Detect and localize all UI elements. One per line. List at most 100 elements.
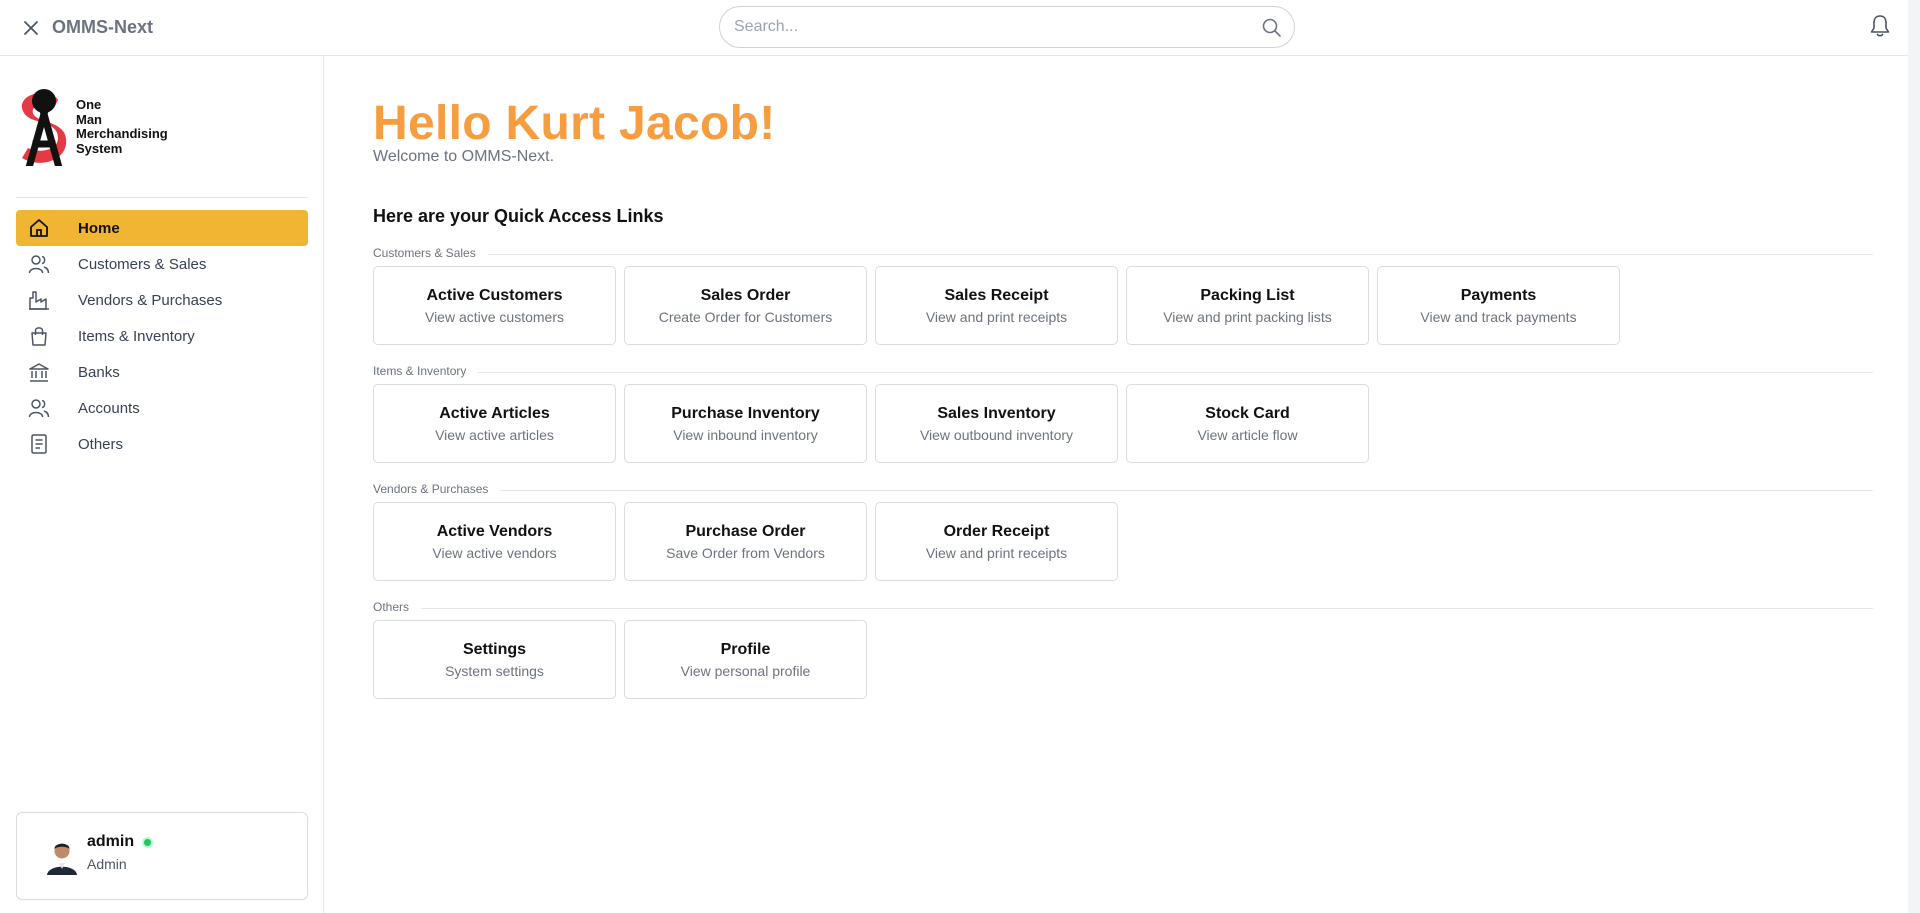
card-title: Purchase Inventory	[671, 405, 820, 422]
section-vendors-purchases: Vendors & Purchases Active Vendors View …	[373, 482, 1873, 581]
card-active-vendors[interactable]: Active Vendors View active vendors	[373, 502, 616, 581]
card-title: Profile	[720, 641, 771, 658]
card-title: Sales Receipt	[944, 287, 1049, 304]
sidebar-item-label: Banks	[78, 364, 120, 381]
user-role: Admin	[87, 856, 127, 872]
card-profile[interactable]: Profile View personal profile	[624, 620, 867, 699]
card-description: View inbound inventory	[673, 427, 818, 443]
sidebar-item-label: Items & Inventory	[78, 328, 195, 345]
logo-line: System	[76, 140, 123, 156]
card-description: View personal profile	[680, 663, 811, 679]
main-content: Hello Kurt Jacob! Welcome to OMMS-Next. …	[325, 56, 1908, 913]
sidebar-item-label: Others	[78, 436, 124, 453]
section-label: Others	[373, 600, 422, 614]
quick-access-heading: Here are your Quick Access Links	[373, 206, 664, 226]
factory-icon	[29, 291, 49, 310]
search-icon[interactable]	[1261, 17, 1282, 38]
sidebar-item-label: Vendors & Purchases	[78, 292, 223, 309]
logo-line: One	[76, 97, 102, 112]
sidebar-item-others[interactable]: Others	[16, 426, 308, 462]
card-title: Payments	[1460, 287, 1537, 304]
card-description: Create Order for Customers	[658, 309, 833, 325]
logo: One Man Merchandising System	[14, 86, 184, 166]
card-title: Sales Order	[700, 287, 791, 304]
card-title: Settings	[462, 641, 527, 658]
section-others: Others Settings System settings Profile …	[373, 600, 1873, 699]
sidebar-item-items-inventory[interactable]: Items & Inventory	[16, 318, 308, 354]
card-title: Sales Inventory	[937, 405, 1056, 422]
card-description: View and track payments	[1420, 309, 1577, 325]
sidebar-divider	[16, 197, 308, 198]
section-label: Vendors & Purchases	[373, 482, 501, 496]
card-description: System settings	[445, 663, 544, 679]
section-label: Items & Inventory	[373, 364, 479, 378]
card-active-articles[interactable]: Active Articles View active articles	[373, 384, 616, 463]
section-customers-sales: Customers & Sales Active Customers View …	[373, 246, 1873, 345]
card-title: Order Receipt	[943, 523, 1050, 540]
card-active-customers[interactable]: Active Customers View active customers	[373, 266, 616, 345]
page-title: Hello Kurt Jacob!	[373, 97, 776, 150]
section-divider	[373, 254, 1873, 255]
bell-icon[interactable]	[1868, 13, 1892, 39]
close-icon[interactable]	[20, 17, 42, 39]
avatar	[47, 843, 77, 875]
sidebar-item-customers-sales[interactable]: Customers & Sales	[16, 246, 308, 282]
app-title: OMMS-Next	[52, 17, 154, 37]
section-divider	[373, 608, 1873, 609]
card-description: View article flow	[1197, 427, 1298, 443]
sidebar-item-home[interactable]: Home	[16, 210, 308, 246]
sidebar-item-accounts[interactable]: Accounts	[16, 390, 308, 426]
card-title: Active Customers	[426, 287, 563, 304]
shopping-bag-icon	[31, 327, 47, 346]
sidebar-item-vendors-purchases[interactable]: Vendors & Purchases	[16, 282, 308, 318]
card-stock-card[interactable]: Stock Card View article flow	[1126, 384, 1369, 463]
section-header: Customers & Sales	[373, 246, 1873, 262]
card-sales-inventory[interactable]: Sales Inventory View outbound inventory	[875, 384, 1118, 463]
section-divider	[373, 490, 1873, 491]
bank-icon	[29, 363, 49, 382]
card-description: View and print packing lists	[1163, 309, 1332, 325]
card-description: View and print receipts	[925, 309, 1068, 325]
card-description: View and print receipts	[925, 545, 1068, 561]
logo-text: One Man Merchandising System	[76, 97, 168, 156]
online-status-indicator	[142, 837, 153, 848]
section-divider	[373, 372, 1873, 373]
top-bar: OMMS-Next	[0, 0, 1908, 56]
card-sales-order[interactable]: Sales Order Create Order for Customers	[624, 266, 867, 345]
card-purchase-inventory[interactable]: Purchase Inventory View inbound inventor…	[624, 384, 867, 463]
user-card[interactable]: admin Admin	[16, 812, 308, 900]
card-title: Active Vendors	[436, 523, 553, 540]
user-name: admin	[87, 833, 135, 850]
logo-line: Merchandising	[76, 126, 168, 141]
card-title: Stock Card	[1205, 405, 1290, 422]
section-header: Items & Inventory	[373, 364, 1873, 380]
search-input[interactable]	[734, 7, 1244, 47]
card-order-receipt[interactable]: Order Receipt View and print receipts	[875, 502, 1118, 581]
scrollbar[interactable]	[1908, 0, 1920, 913]
card-sales-receipt[interactable]: Sales Receipt View and print receipts	[875, 266, 1118, 345]
document-icon	[31, 434, 47, 454]
home-icon	[30, 219, 48, 237]
welcome-text: Welcome to OMMS-Next.	[373, 148, 555, 165]
logo-mark	[21, 89, 67, 166]
card-purchase-order[interactable]: Purchase Order Save Order from Vendors	[624, 502, 867, 581]
sidebar-item-label: Customers & Sales	[78, 256, 207, 273]
sidebar: One Man Merchandising System Home Custom…	[0, 56, 324, 913]
section-header: Others	[373, 600, 1873, 616]
card-description: View outbound inventory	[919, 427, 1074, 443]
card-packing-list[interactable]: Packing List View and print packing list…	[1126, 266, 1369, 345]
search-box[interactable]	[719, 6, 1295, 48]
users-icon	[28, 399, 50, 418]
logo-line: Man	[76, 111, 102, 127]
sidebar-item-label: Accounts	[78, 400, 140, 417]
sidebar-item-label: Home	[78, 220, 120, 237]
users-icon	[28, 255, 50, 274]
section-label: Customers & Sales	[373, 246, 488, 260]
card-payments[interactable]: Payments View and track payments	[1377, 266, 1620, 345]
sidebar-nav: Home Customers & Sales Vendors & Purchas…	[16, 210, 308, 462]
sidebar-item-banks[interactable]: Banks	[16, 354, 308, 390]
section-items-inventory: Items & Inventory Active Articles View a…	[373, 364, 1873, 463]
card-settings[interactable]: Settings System settings	[373, 620, 616, 699]
section-header: Vendors & Purchases	[373, 482, 1873, 498]
card-description: View active customers	[424, 309, 564, 325]
